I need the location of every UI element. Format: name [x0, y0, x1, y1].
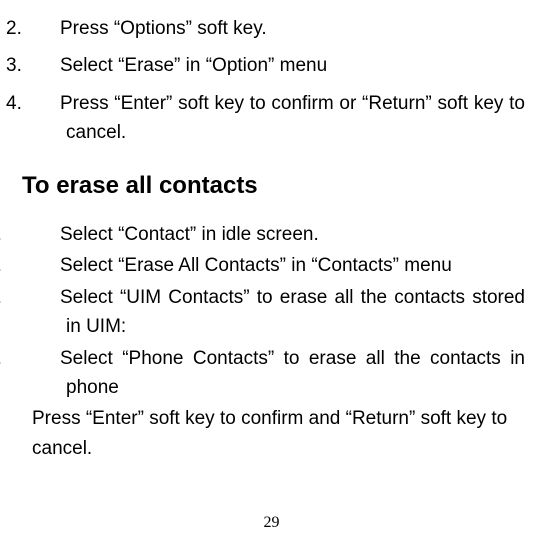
- list-number: 3.: [26, 283, 60, 312]
- list-text: Select “Contact” in idle screen.: [60, 224, 319, 245]
- list-text: Select “Erase All Contacts” in “Contacts…: [60, 255, 452, 276]
- page-number: 29: [264, 514, 280, 532]
- list-number: 4.: [36, 89, 60, 118]
- list-text: Press “Options” soft key.: [60, 18, 267, 39]
- list-number: 2.: [36, 14, 60, 43]
- list-item: 3.Select “UIM Contacts” to erase all the…: [18, 283, 525, 342]
- instruction-list-1: 2.Press “Options” soft key. 3.Select “Er…: [18, 14, 525, 148]
- list-item: 2.Select “Erase All Contacts” in “Contac…: [18, 251, 525, 280]
- list-number: 3.: [36, 51, 60, 80]
- list-item: 1.Select “Contact” in idle screen.: [18, 220, 525, 249]
- document-page: 2.Press “Options” soft key. 3.Select “Er…: [18, 14, 525, 538]
- list-item: 4.Select “Phone Contacts” to erase all t…: [18, 344, 525, 403]
- list-number: 4.: [26, 344, 60, 373]
- list-item: 3.Select “Erase” in “Option” menu: [18, 51, 525, 80]
- list-text: Select “Erase” in “Option” menu: [60, 55, 327, 76]
- list-item: 4.Press “Enter” soft key to confirm or “…: [18, 89, 525, 148]
- list-number: 2.: [26, 251, 60, 280]
- trailing-paragraph: Press “Enter” soft key to confirm and “R…: [18, 404, 525, 463]
- list-number: 1.: [26, 220, 60, 249]
- list-text: Select “UIM Contacts” to erase all the c…: [60, 287, 525, 337]
- section-heading: To erase all contacts: [18, 172, 525, 200]
- list-text: Press “Enter” soft key to confirm or “Re…: [60, 93, 525, 143]
- instruction-list-2: 1.Select “Contact” in idle screen. 2.Sel…: [18, 220, 525, 403]
- list-item: 2.Press “Options” soft key.: [18, 14, 525, 43]
- list-text: Select “Phone Contacts” to erase all the…: [60, 348, 525, 398]
